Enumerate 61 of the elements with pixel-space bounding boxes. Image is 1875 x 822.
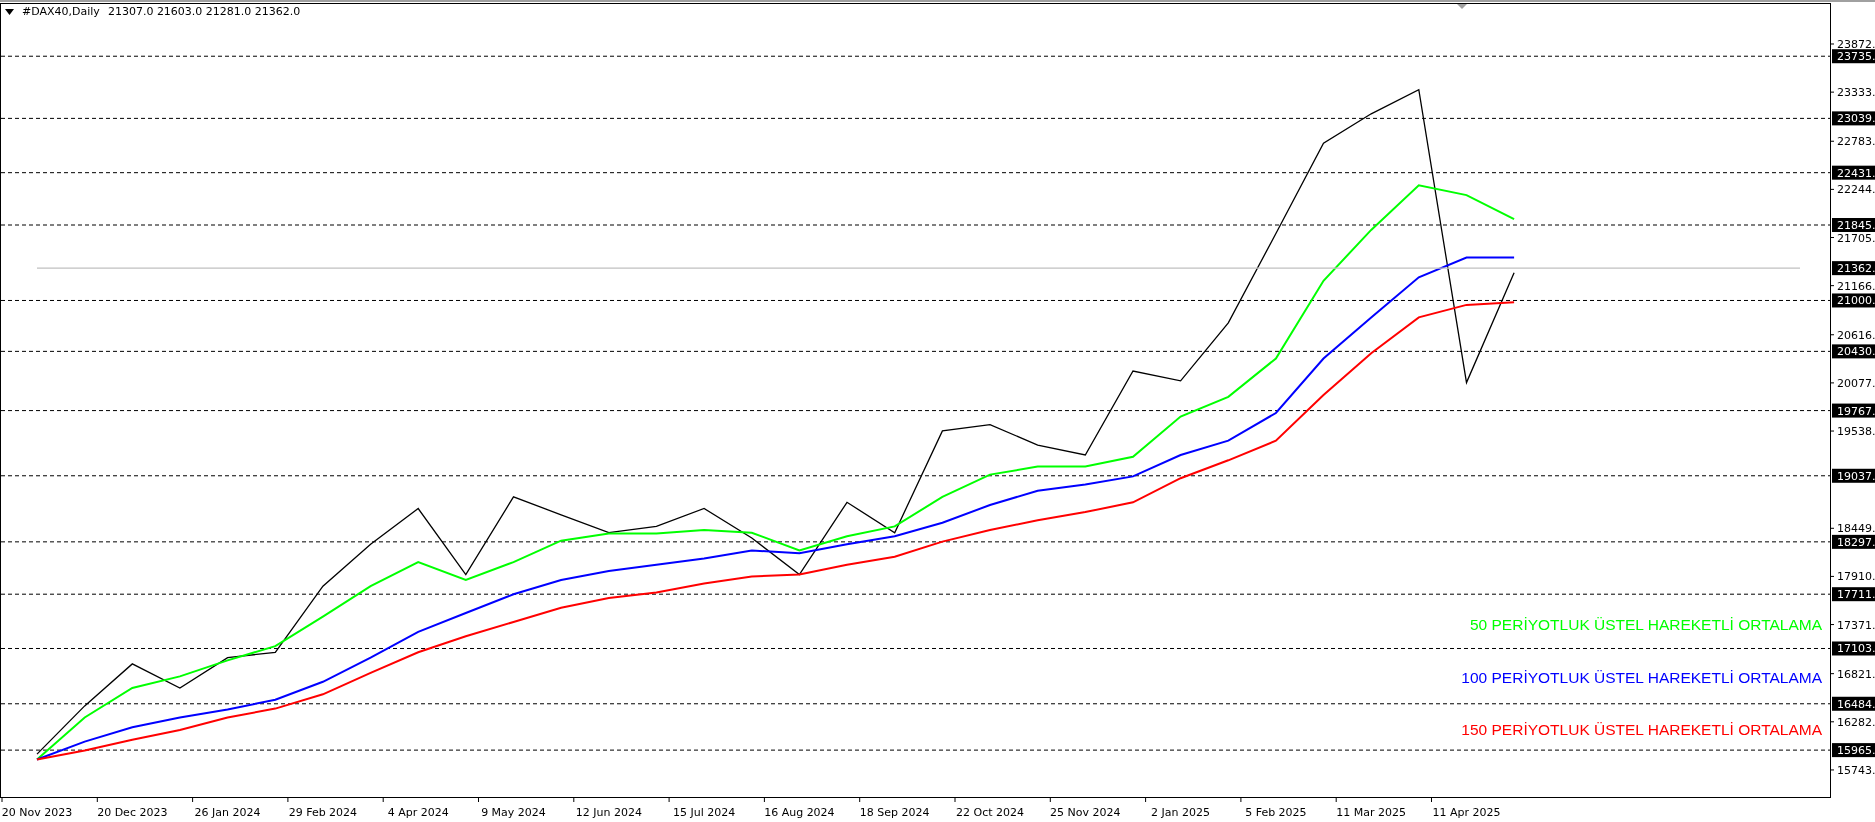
axis-label: 23872. (1837, 38, 1875, 51)
chart-shift-icon[interactable] (1457, 4, 1467, 9)
axis-label: 20616. (1837, 328, 1875, 342)
axis-label: 21705. (1837, 231, 1875, 245)
axis-label: 16821. (1837, 667, 1875, 681)
axis-label: 26 Jan 2024 (194, 806, 261, 819)
ohlc-values: 21307.0 21603.0 21281.0 21362.0 (107, 5, 301, 18)
legend-label: 150 PERİYOTLUK ÜSTEL HAREKETLİ ORTALAMA (1461, 721, 1822, 738)
axis-label: 23333. (1837, 86, 1875, 100)
axis-label: 19538. (1837, 425, 1875, 439)
price-label: 17103. (1832, 641, 1875, 656)
y-tick-label: 23039. (1837, 112, 1875, 126)
price-label: 17711. (1832, 587, 1875, 602)
y-tick-label: 19767. (1837, 404, 1875, 418)
y-tick-label: 22431. (1837, 166, 1875, 180)
y-tick-label: 17103. (1837, 642, 1875, 656)
axis-label: 29 Feb 2024 (288, 806, 358, 819)
axis-label: 18 Sep 2024 (859, 806, 930, 819)
axis-label: 22783. (1837, 135, 1875, 149)
axis-label: 16282. (1837, 715, 1875, 729)
axis-label: 5 Feb 2025 (1245, 806, 1307, 819)
price-label: 21000. (1832, 293, 1875, 308)
axis-label: 17371. (1837, 618, 1875, 632)
legend-label: 100 PERİYOTLUK ÜSTEL HAREKETLİ ORTALAMA (1461, 669, 1822, 686)
y-tick-label: 21000. (1837, 294, 1875, 308)
axis-label: 22 Oct 2024 (956, 806, 1024, 819)
axis-label: 2 Jan 2025 (1151, 806, 1211, 819)
axis-label: 11 Mar 2025 (1336, 806, 1407, 819)
axis-label: 22244. (1837, 183, 1875, 197)
axis-label: 15 Jul 2024 (672, 806, 736, 819)
axis-label: 18449. (1837, 522, 1875, 536)
y-tick-label: 16484. (1837, 697, 1875, 711)
dropdown-icon[interactable] (5, 8, 14, 15)
axis-label: 16 Aug 2024 (764, 806, 835, 819)
y-tick-label: 19037. (1837, 469, 1875, 483)
symbol-label: #DAX40,Daily (22, 5, 100, 18)
axis-label: 20077. (1837, 376, 1875, 390)
price-label: 20430. (1832, 344, 1875, 359)
price-label: 23735. (1832, 49, 1875, 64)
axis-label: 4 Apr 2024 (387, 806, 449, 819)
axis-label: 20 Nov 2023 (1, 806, 73, 819)
y-tick-label: 21845. (1837, 219, 1875, 233)
axis-label: 9 May 2024 (481, 806, 546, 819)
y-tick-label: 23735. (1837, 50, 1875, 64)
price-label: 21845. (1832, 218, 1875, 232)
axis-label: 20 Dec 2023 (97, 806, 168, 819)
legend-label: 50 PERİYOTLUK ÜSTEL HAREKETLİ ORTALAMA (1470, 616, 1822, 633)
axis-label: 21166. (1837, 279, 1875, 293)
y-tick-label: 17711. (1837, 588, 1875, 602)
axis-label: 25 Nov 2024 (1050, 806, 1121, 819)
axis-label: 17910. (1837, 570, 1875, 584)
y-tick-label: 21362. (1837, 262, 1875, 276)
axis-label: 11 Apr 2025 (1432, 806, 1501, 819)
y-tick-label: 20430. (1837, 345, 1875, 359)
y-tick-label: 18297. (1837, 535, 1875, 549)
price-label: 21362. (1832, 261, 1875, 276)
price-label: 15965. (1832, 743, 1875, 758)
axis-label: 12 Jun 2024 (575, 806, 642, 819)
y-tick-label: 15965. (1837, 744, 1875, 758)
axis-label: 15743. (1837, 763, 1875, 777)
price-label: 23039. (1832, 111, 1875, 126)
